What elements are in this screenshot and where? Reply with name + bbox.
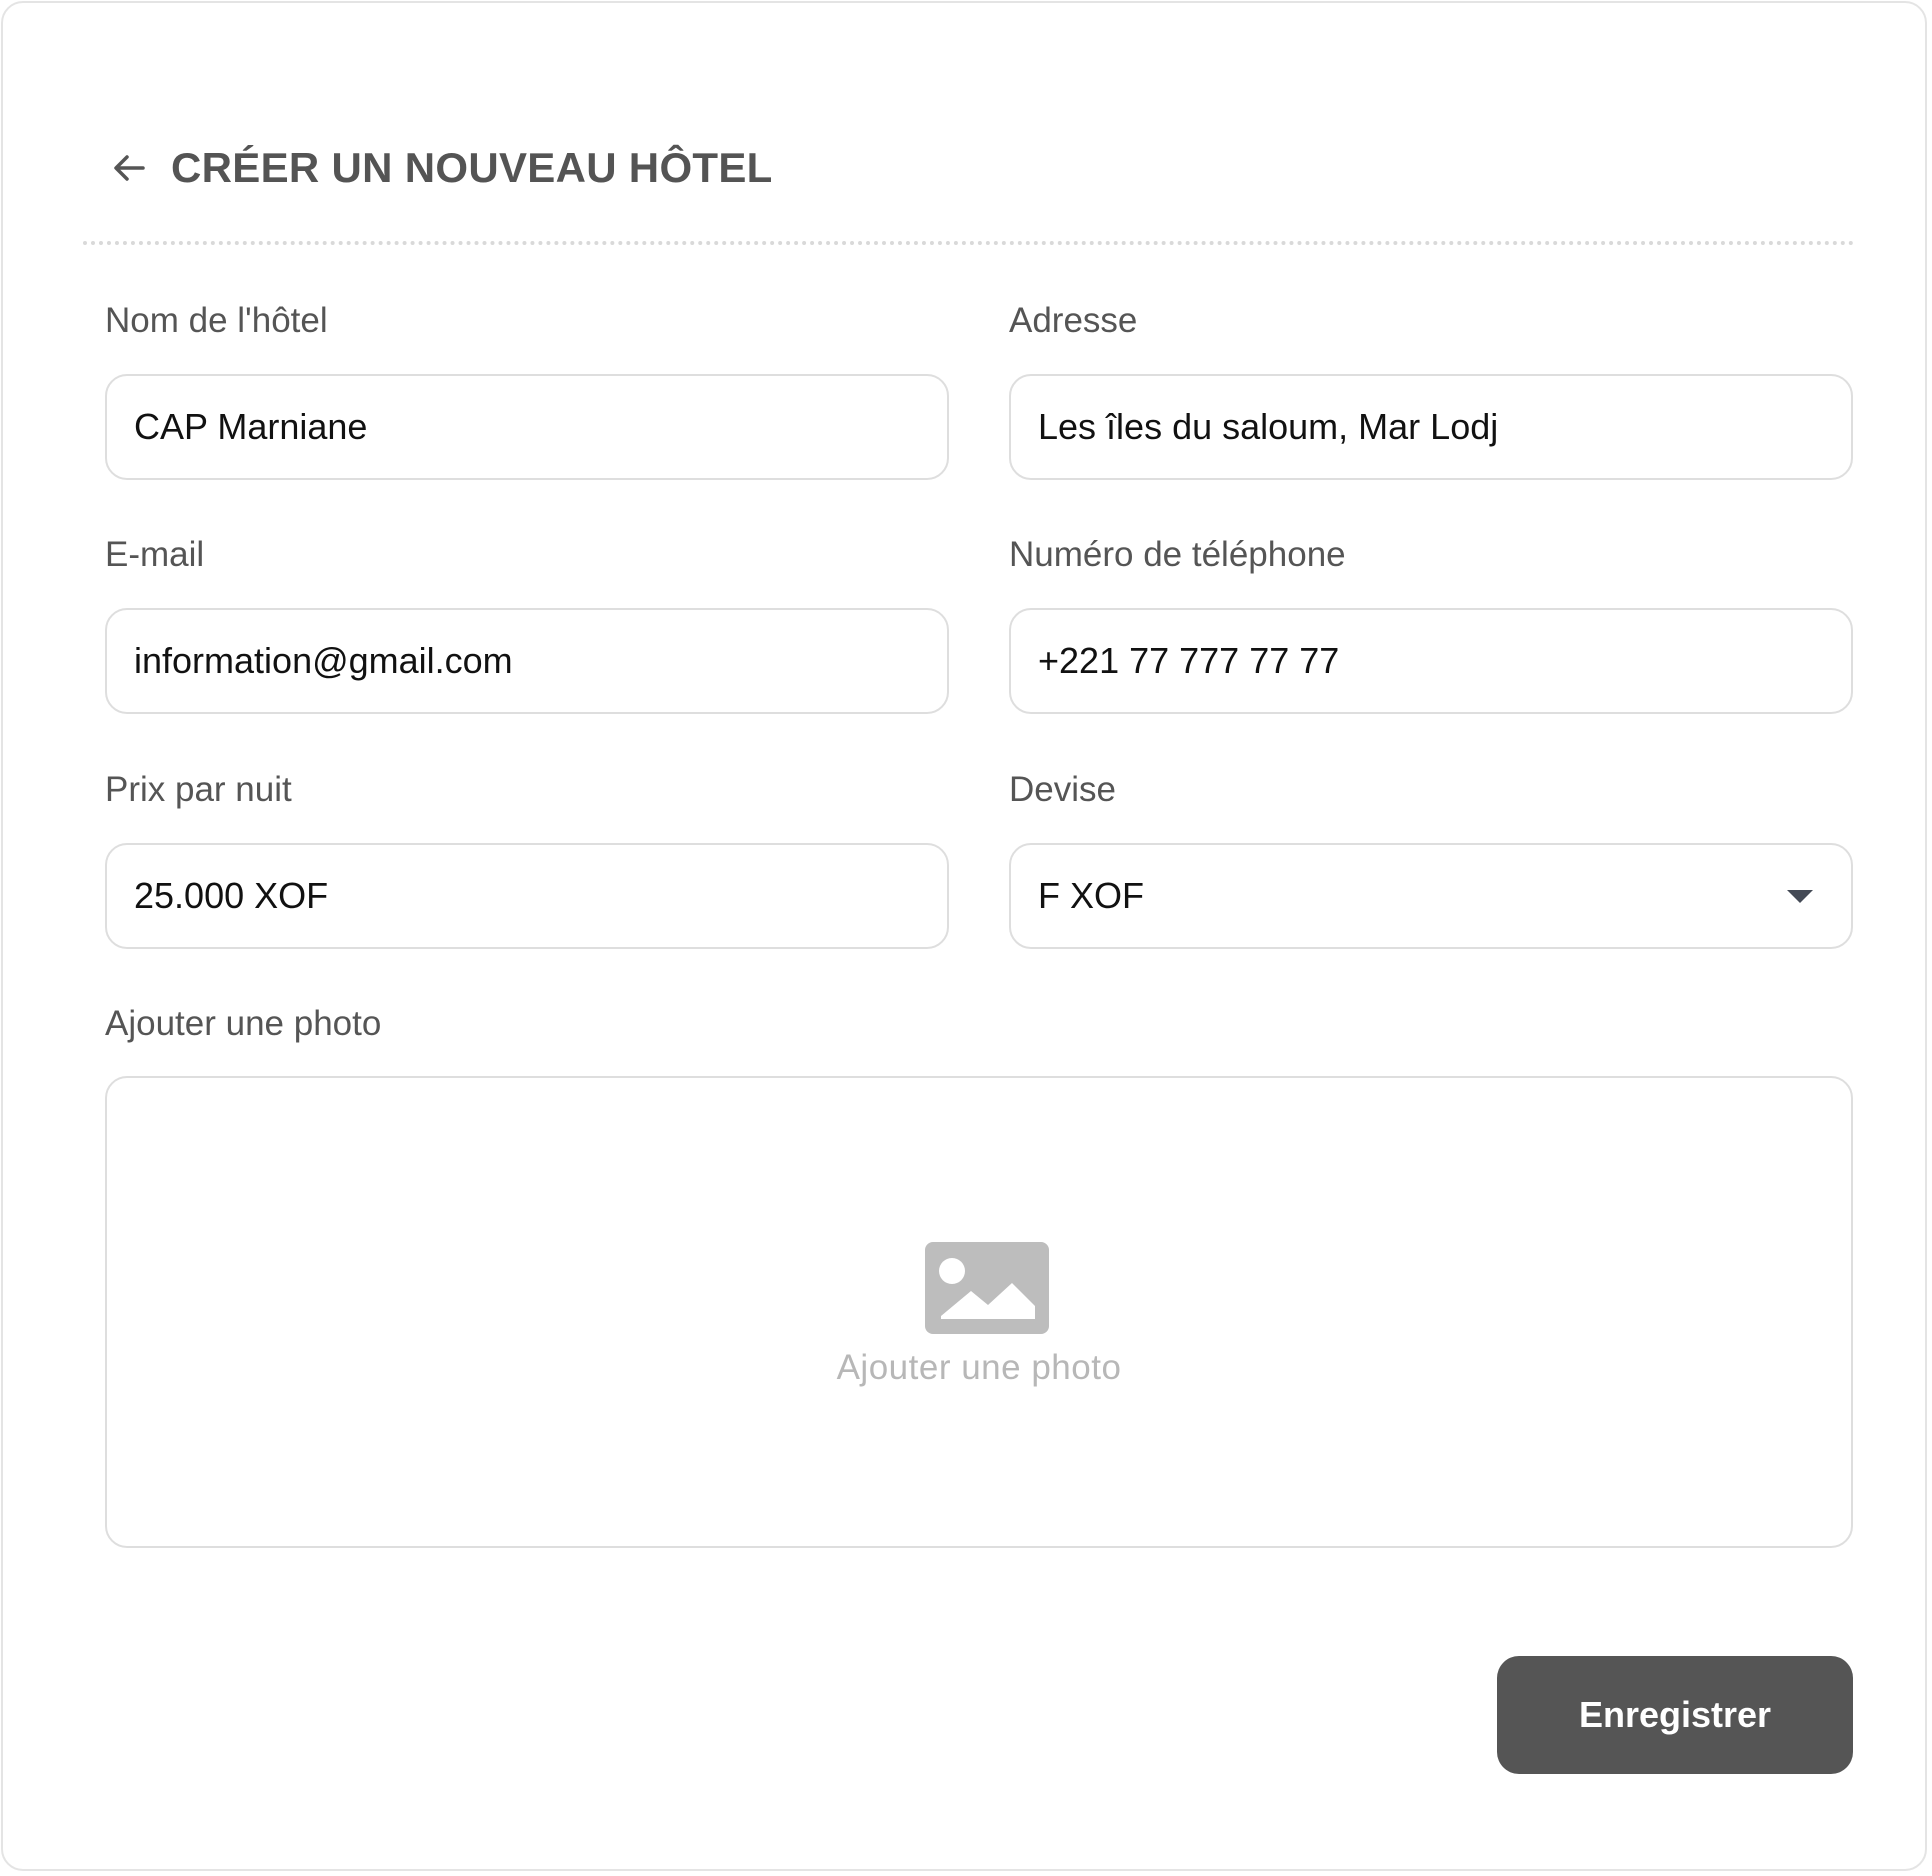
currency-select[interactable]: F XOF <box>1009 843 1853 949</box>
address-input[interactable]: Les îles du saloum, Mar Lodj <box>1009 374 1853 480</box>
email-value: information@gmail.com <box>134 640 513 681</box>
price-input[interactable]: 25.000 XOF <box>105 843 949 949</box>
hotel-name-label: Nom de l'hôtel <box>105 301 328 340</box>
currency-value: F XOF <box>1038 875 1144 916</box>
header-divider <box>83 241 1855 245</box>
caret-down-icon <box>1787 890 1813 903</box>
price-value: 25.000 XOF <box>134 875 329 916</box>
price-label: Prix par nuit <box>105 770 292 809</box>
address-value: Les îles du saloum, Mar Lodj <box>1038 406 1499 447</box>
phone-value: +221 77 777 77 77 <box>1038 640 1340 681</box>
arrow-left-icon <box>114 155 145 181</box>
address-label: Adresse <box>1009 301 1138 340</box>
currency-label: Devise <box>1009 770 1116 809</box>
page-title: CRÉER UN NOUVEAU HÔTEL <box>171 144 773 191</box>
page-header: CRÉER UN NOUVEAU HÔTEL <box>103 135 773 201</box>
hotel-name-value: CAP Marniane <box>134 406 368 447</box>
phone-input[interactable]: +221 77 777 77 77 <box>1009 608 1853 714</box>
save-button[interactable]: Enregistrer <box>1497 1656 1853 1774</box>
photo-label: Ajouter une photo <box>105 1004 382 1043</box>
hotel-name-input[interactable]: CAP Marniane <box>105 374 949 480</box>
photo-upload-placeholder: Ajouter une photo <box>836 1348 1122 1387</box>
email-input[interactable]: information@gmail.com <box>105 608 949 714</box>
form-card: CRÉER UN NOUVEAU HÔTEL Nom de l'hôtel CA… <box>1 1 1927 1871</box>
phone-label: Numéro de téléphone <box>1009 535 1346 574</box>
image-icon <box>925 1242 1049 1334</box>
email-label: E-mail <box>105 535 205 574</box>
photo-upload-zone[interactable]: Ajouter une photo <box>105 1076 1853 1548</box>
back-button[interactable] <box>103 142 155 194</box>
